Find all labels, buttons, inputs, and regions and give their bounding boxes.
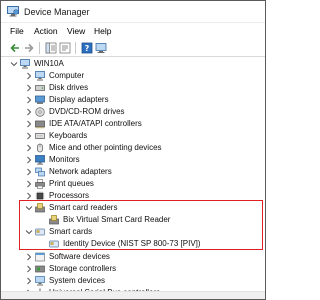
tree-item-label: Computer xyxy=(49,71,85,80)
horizontal-scrollbar[interactable] xyxy=(1,291,265,299)
chevron-right-icon[interactable] xyxy=(25,277,33,285)
chevron-right-icon[interactable] xyxy=(25,265,33,273)
svg-text:?: ? xyxy=(85,44,90,53)
tree-item-label: IDE ATA/ATAPI controllers xyxy=(49,119,142,128)
help-icon[interactable]: ? xyxy=(81,42,93,54)
device-tree: WIN10A Computer Disk drives Display adap… xyxy=(1,57,265,298)
menu-action[interactable]: Action xyxy=(34,26,58,36)
tree-item-label: Disk drives xyxy=(49,83,89,92)
keyboard-icon xyxy=(35,133,45,139)
chevron-right-icon[interactable] xyxy=(25,168,33,176)
chevron-right-icon[interactable] xyxy=(25,108,33,116)
tree-item-label: DVD/CD-ROM drives xyxy=(49,107,125,116)
menu-file[interactable]: File xyxy=(10,26,24,36)
system-device-icon xyxy=(35,276,45,286)
window-title: Device Manager xyxy=(24,7,90,17)
forward-arrow-icon[interactable] xyxy=(23,42,35,54)
tree-item-label: Network adapters xyxy=(49,167,112,176)
device-manager-app-icon xyxy=(7,6,19,17)
toolbar-separator xyxy=(39,42,40,54)
tree-item-label: Monitors xyxy=(49,155,80,164)
network-adapter-icon xyxy=(35,167,45,177)
computer-icon xyxy=(35,71,45,81)
toolbar-separator xyxy=(75,42,76,54)
chevron-right-icon[interactable] xyxy=(25,253,33,261)
tree-item-label: Display adapters xyxy=(49,95,109,104)
chevron-down-icon[interactable] xyxy=(10,60,18,68)
storage-controller-icon xyxy=(35,265,45,273)
mouse-icon xyxy=(37,143,43,153)
chevron-right-icon[interactable] xyxy=(25,84,33,92)
tree-item-label: Mice and other pointing devices xyxy=(49,143,162,152)
show-hide-console-tree-icon[interactable] xyxy=(59,42,71,54)
toolbar: ? xyxy=(1,39,265,57)
chevron-right-icon[interactable] xyxy=(25,132,33,140)
title-bar: Device Manager xyxy=(1,1,265,23)
tree-item-label: Storage controllers xyxy=(49,264,117,273)
printer-icon xyxy=(35,179,45,189)
monitor-icon xyxy=(35,155,45,165)
tree-item-label: Processors xyxy=(49,191,90,200)
tree-item-label: Keyboards xyxy=(49,131,88,140)
computer-icon xyxy=(20,59,30,69)
tree-root-label: WIN10A xyxy=(34,59,64,68)
back-arrow-icon[interactable] xyxy=(9,42,21,54)
tree-item-label: Software devices xyxy=(49,252,110,261)
chevron-right-icon[interactable] xyxy=(25,144,33,152)
device-manager-window: Device Manager File Action View Help ? W… xyxy=(0,0,266,300)
chevron-right-icon[interactable] xyxy=(25,120,33,128)
tree-item-label: Print queues xyxy=(49,179,94,188)
display-adapter-icon xyxy=(35,95,45,104)
chevron-right-icon[interactable] xyxy=(25,192,33,200)
menu-bar: File Action View Help xyxy=(1,23,265,39)
dvd-drive-icon xyxy=(35,107,45,117)
ide-controller-icon xyxy=(35,120,45,129)
tree-item-label: System devices xyxy=(49,276,106,285)
chevron-right-icon[interactable] xyxy=(25,180,33,188)
disk-drive-icon xyxy=(35,85,45,91)
chevron-right-icon[interactable] xyxy=(25,156,33,164)
chevron-right-icon[interactable] xyxy=(25,72,33,80)
software-device-icon xyxy=(35,252,45,262)
properties-icon[interactable] xyxy=(45,42,57,54)
chevron-right-icon[interactable] xyxy=(25,96,33,104)
menu-view[interactable]: View xyxy=(67,26,85,36)
highlight-box xyxy=(19,200,263,250)
menu-help[interactable]: Help xyxy=(94,26,111,36)
monitor-scan-icon[interactable] xyxy=(95,42,107,54)
